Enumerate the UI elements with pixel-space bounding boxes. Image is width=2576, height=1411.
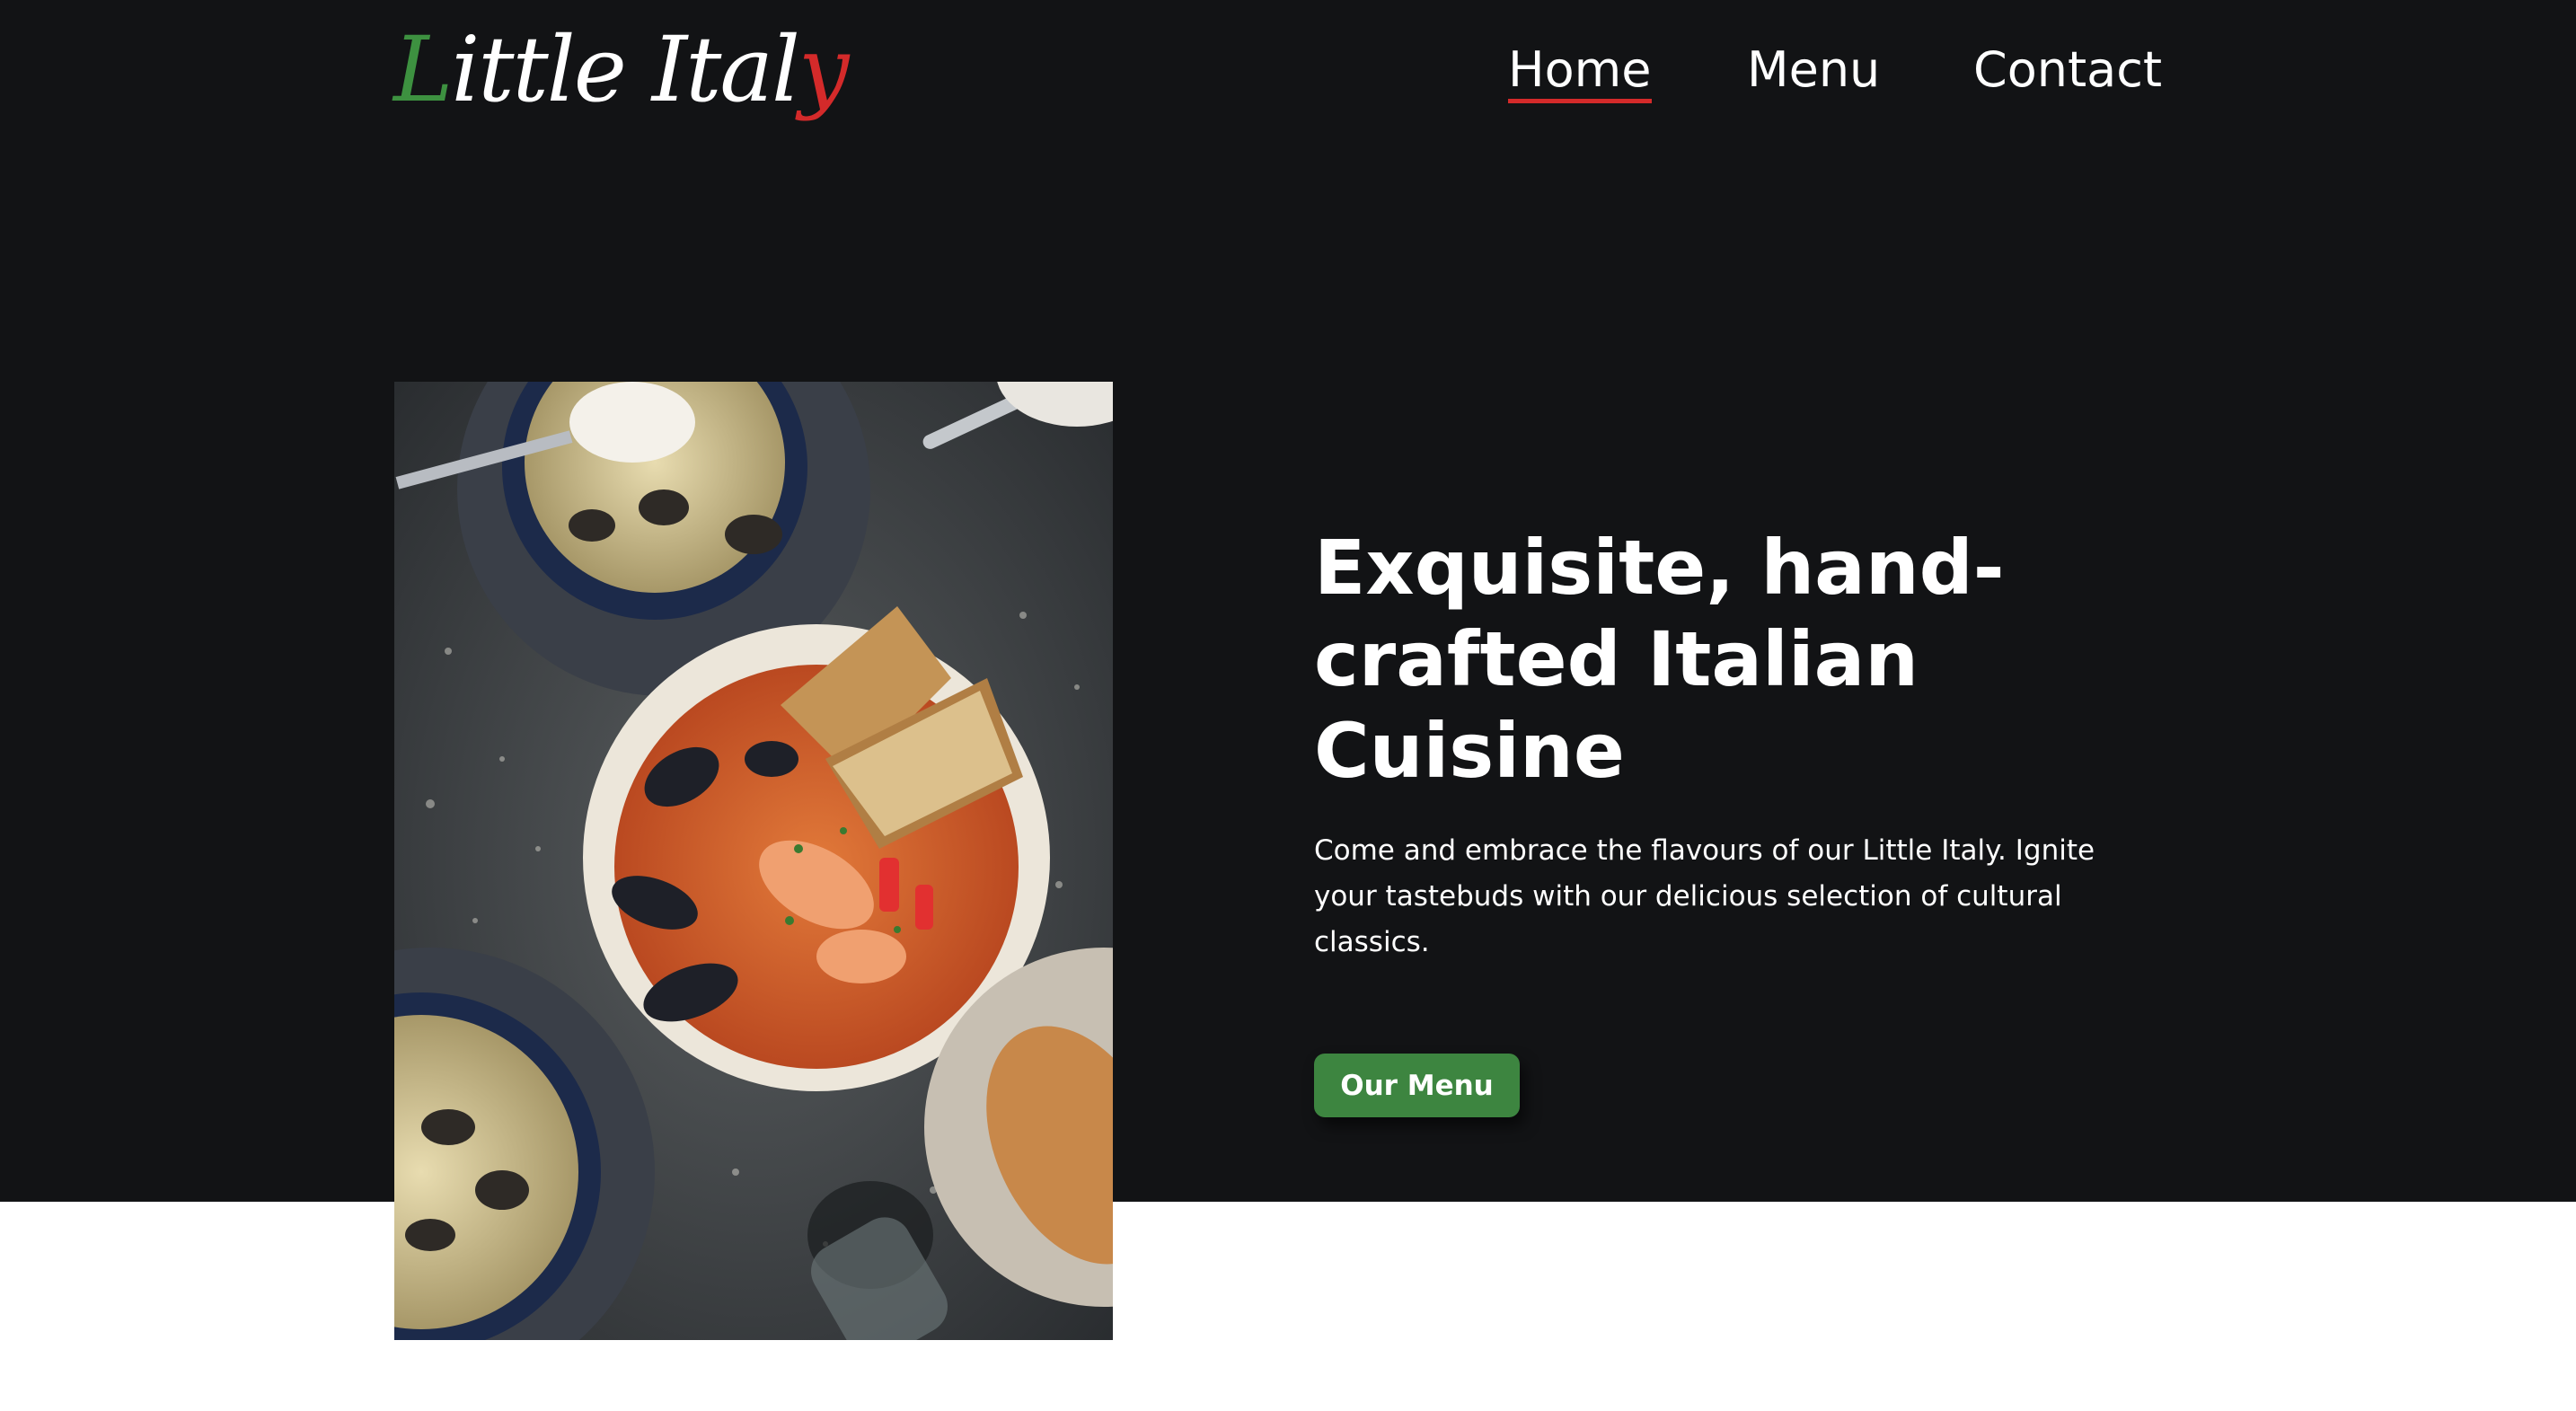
logo-letter-y: y [798,17,849,122]
logo-letter-l: L [393,17,453,122]
nav-active-underline [1508,99,1652,103]
nav-menu-link[interactable]: Menu [1747,34,1880,106]
hero-food-image [394,382,1113,1340]
hero-headline: Exquisite, hand-crafted Italian Cuisine [1314,524,2005,795]
nav-home-link[interactable]: Home [1508,34,1651,106]
hero-description: Come and embrace the flavours of our Lit… [1314,834,2095,958]
logo-text: ittle Ital [451,17,800,122]
hero-section [0,0,2576,1202]
nav-contact-link[interactable]: Contact [1973,34,2162,106]
our-menu-button[interactable]: Our Menu [1314,1054,1520,1117]
seafood-stew-illustration [394,382,1113,1340]
brand-logo[interactable]: Little Italy [393,7,849,142]
